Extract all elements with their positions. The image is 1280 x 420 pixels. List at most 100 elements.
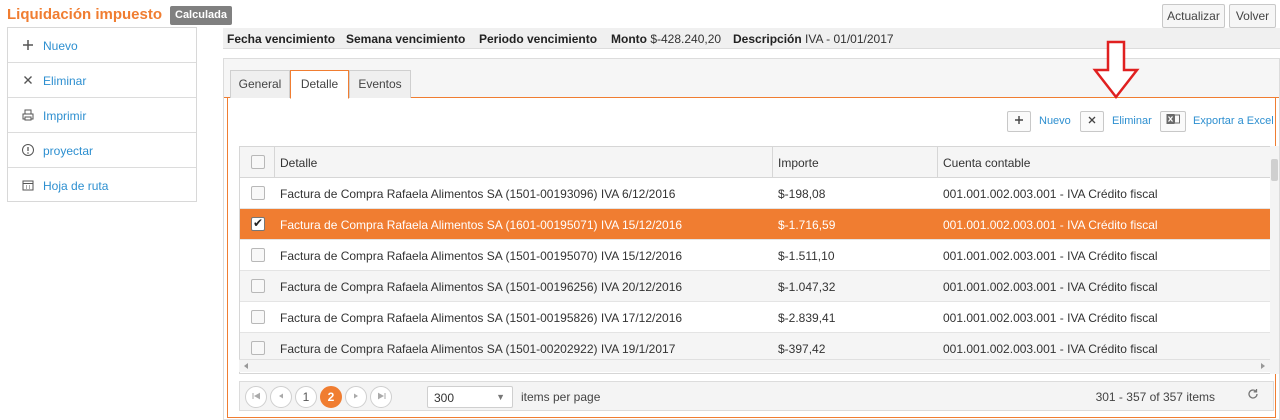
column-cuenta-contable[interactable]: Cuenta contable <box>938 147 1273 177</box>
cell-importe: $-1.047,32 <box>778 280 836 294</box>
export-excel-label[interactable]: Exportar a Excel <box>1193 115 1274 127</box>
export-excel-button[interactable] <box>1160 111 1186 132</box>
last-page-button[interactable] <box>370 386 392 408</box>
items-per-page-label: items per page <box>521 390 601 404</box>
tab-general[interactable]: General <box>230 70 290 98</box>
cell-detalle: Factura de Compra Rafaela Alimentos SA (… <box>280 280 683 294</box>
last-page-icon <box>377 392 385 400</box>
table-row[interactable]: Factura de Compra Rafaela Alimentos SA (… <box>240 302 1273 333</box>
row-checkbox[interactable] <box>251 341 265 355</box>
plus-icon <box>21 38 35 52</box>
column-importe[interactable]: Importe <box>773 147 938 177</box>
fecha-vencimiento-label: Fecha vencimiento <box>227 32 336 46</box>
cell-importe: $-2.839,41 <box>778 311 836 325</box>
cell-importe: $-1.716,59 <box>778 218 836 232</box>
table-row[interactable]: Factura de Compra Rafaela Alimentos SA (… <box>240 271 1273 302</box>
sidebar-item-label: Eliminar <box>43 74 87 88</box>
annotation-arrow-icon <box>1092 40 1140 100</box>
periodo-vencimiento-field: Periodo vencimiento <box>479 32 597 46</box>
cell-cuenta: 001.001.002.003.001 - IVA Crédito fiscal <box>943 311 1158 325</box>
calendar-icon <box>21 178 35 192</box>
table-row[interactable]: Factura de Compra Rafaela Alimentos SA (… <box>240 240 1273 271</box>
sidebar-item-proyectar[interactable]: proyectar <box>8 133 196 168</box>
monto-field: Monto $-428.240,20 <box>611 32 721 46</box>
monto-label: Monto <box>611 32 647 46</box>
descripcion-value: IVA - 01/01/2017 <box>805 32 894 46</box>
tab-detalle[interactable]: Detalle <box>290 70 349 99</box>
chevron-down-icon: ▼ <box>496 392 505 402</box>
page-title: Liquidación impuesto <box>7 6 163 23</box>
close-icon <box>21 73 35 87</box>
next-page-button[interactable] <box>345 386 367 408</box>
page-number: 1 <box>302 390 310 404</box>
cell-cuenta: 001.001.002.003.001 - IVA Crédito fiscal <box>943 218 1158 232</box>
page-1-button[interactable]: 1 <box>295 386 317 408</box>
cell-detalle: Factura de Compra Rafaela Alimentos SA (… <box>280 218 683 232</box>
scroll-right-icon[interactable] <box>1259 361 1267 371</box>
delete-row-label[interactable]: Eliminar <box>1112 115 1152 127</box>
horizontal-scrollbar[interactable] <box>239 359 1270 372</box>
monto-value: $-428.240,20 <box>650 32 722 46</box>
sidebar-item-label: Hoja de ruta <box>43 179 109 193</box>
pager-range-text: 301 - 357 of 357 items <box>1095 390 1215 404</box>
cell-cuenta: 001.001.002.003.001 - IVA Crédito fiscal <box>943 249 1158 263</box>
table-row[interactable]: Factura de Compra Rafaela Alimentos SA (… <box>240 333 1273 360</box>
first-page-button[interactable] <box>245 386 267 408</box>
vertical-scrollbar-thumb[interactable] <box>1271 159 1278 181</box>
cell-cuenta: 001.001.002.003.001 - IVA Crédito fiscal <box>943 187 1158 201</box>
excel-icon <box>1166 114 1180 124</box>
row-checkbox[interactable] <box>251 279 265 293</box>
tab-eventos[interactable]: Eventos <box>349 70 411 98</box>
fecha-vencimiento-field: Fecha vencimiento <box>227 32 335 46</box>
first-page-icon <box>252 392 260 400</box>
back-button[interactable]: Volver <box>1229 4 1276 28</box>
cell-cuenta: 001.001.002.003.001 - IVA Crédito fiscal <box>943 280 1158 294</box>
descripcion-field: Descripción IVA - 01/01/2017 <box>733 32 894 46</box>
periodo-vencimiento-label: Periodo vencimiento <box>479 32 598 46</box>
row-checkbox[interactable] <box>251 216 265 231</box>
scroll-left-icon[interactable] <box>242 361 250 371</box>
sidebar-item-label: Imprimir <box>43 109 87 123</box>
row-checkbox[interactable] <box>251 310 265 324</box>
cell-detalle: Factura de Compra Rafaela Alimentos SA (… <box>280 342 676 356</box>
cell-importe: $-1.511,10 <box>778 249 835 263</box>
print-icon <box>21 108 35 122</box>
page-number: 2 <box>327 390 335 404</box>
prev-page-button[interactable] <box>270 386 292 408</box>
row-checkbox[interactable] <box>251 186 265 200</box>
info-icon <box>21 143 35 157</box>
cell-cuenta: 001.001.002.003.001 - IVA Crédito fiscal <box>943 342 1158 356</box>
pager: 1 2 300 ▼ items per page 301 - 357 of 35… <box>239 381 1274 411</box>
row-checkbox[interactable] <box>251 248 265 262</box>
sidebar-item-nuevo[interactable]: Nuevo <box>8 28 196 63</box>
sidebar-item-label: Nuevo <box>43 39 78 53</box>
add-row-button[interactable] <box>1007 111 1031 132</box>
sidebar-item-imprimir[interactable]: Imprimir <box>8 98 196 133</box>
select-all-checkbox[interactable] <box>251 155 265 169</box>
delete-row-button[interactable] <box>1080 111 1104 132</box>
status-badge: Calculada <box>170 6 232 25</box>
title-bar: Liquidación impuesto Calculada Actualiza… <box>0 0 1280 30</box>
cell-importe: $-198,08 <box>778 187 826 201</box>
plus-icon <box>1015 116 1023 124</box>
refresh-button[interactable]: Actualizar <box>1162 4 1225 28</box>
sidebar-item-hoja-de-ruta[interactable]: Hoja de ruta <box>8 168 196 203</box>
page-size-value: 300 <box>434 391 455 405</box>
column-detalle[interactable]: Detalle <box>275 147 773 177</box>
semana-vencimiento-label: Semana vencimiento <box>346 32 466 46</box>
add-row-label[interactable]: Nuevo <box>1039 115 1071 127</box>
table-row[interactable]: Factura de Compra Rafaela Alimentos SA (… <box>240 178 1273 209</box>
page-2-button[interactable]: 2 <box>320 386 342 408</box>
descripcion-label: Descripción <box>733 32 802 46</box>
sidebar-item-eliminar[interactable]: Eliminar <box>8 63 196 98</box>
refresh-icon[interactable] <box>1247 388 1259 403</box>
cell-detalle: Factura de Compra Rafaela Alimentos SA (… <box>280 187 676 201</box>
semana-vencimiento-field: Semana vencimiento <box>346 32 465 46</box>
sidebar-item-label: proyectar <box>43 144 94 158</box>
table-row-selected[interactable]: Factura de Compra Rafaela Alimentos SA (… <box>240 209 1273 240</box>
sidebar: Nuevo Eliminar Imprimir proyectar Hoja d… <box>7 27 197 202</box>
next-page-icon <box>354 393 358 399</box>
prev-page-icon <box>279 393 283 399</box>
cell-detalle: Factura de Compra Rafaela Alimentos SA (… <box>280 311 683 325</box>
page-size-select[interactable]: 300 ▼ <box>427 386 513 408</box>
